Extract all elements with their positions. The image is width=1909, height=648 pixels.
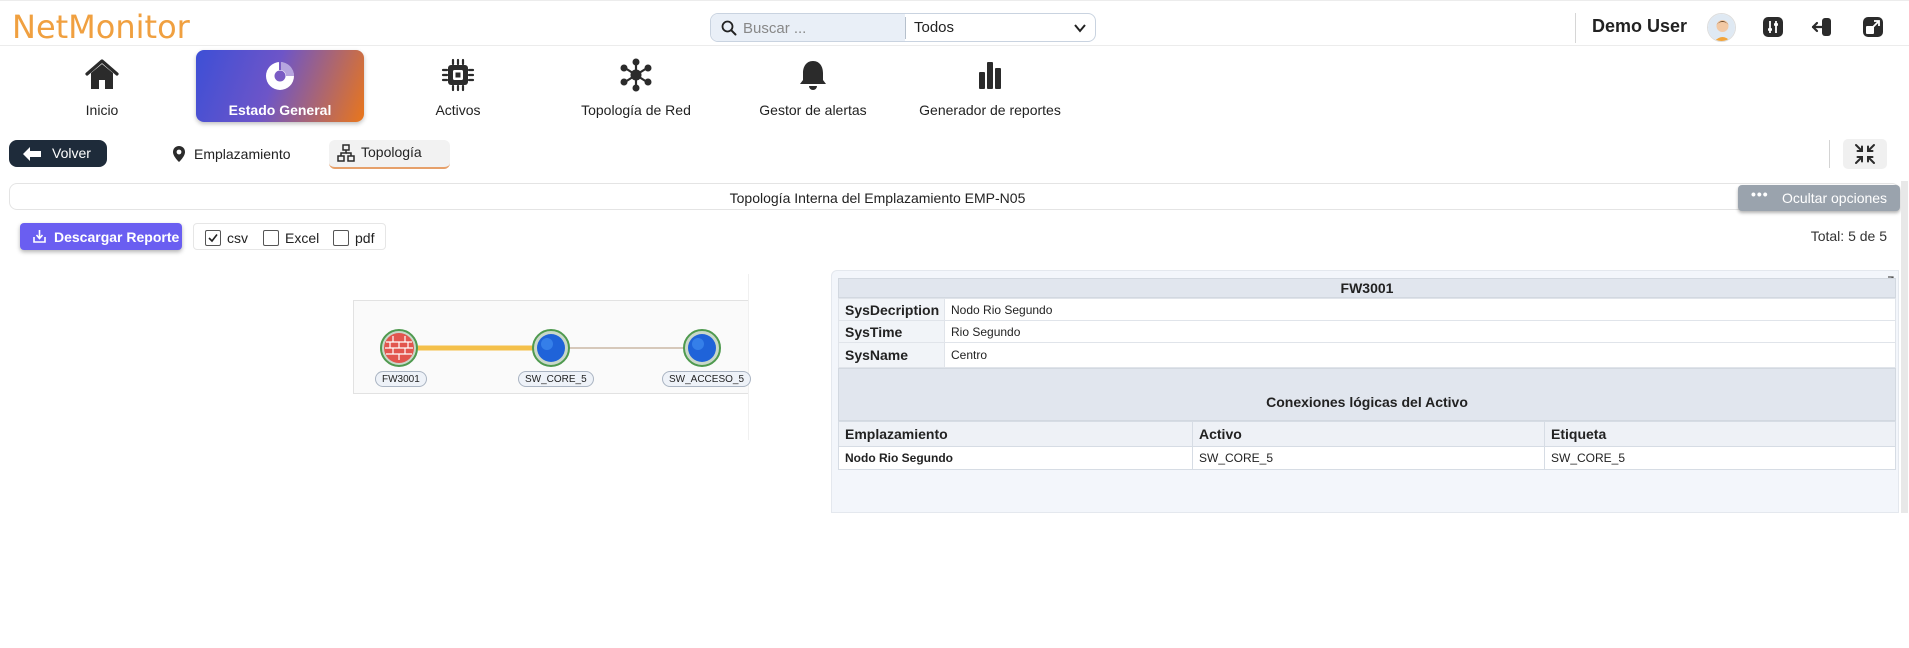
format-label: csv — [227, 230, 248, 246]
bell-icon — [800, 61, 826, 90]
collapse-button[interactable] — [1843, 139, 1887, 169]
network-icon — [620, 58, 652, 92]
format-pdf-checkbox[interactable]: pdf — [333, 229, 381, 247]
node-label-sw-acceso-5: SW_ACCESO_5 — [662, 371, 752, 387]
arrow-left-icon — [23, 147, 41, 161]
top-header: NetMonitor Todos Demo User — [0, 0, 1909, 46]
search-divider — [905, 17, 906, 39]
asset-properties-table: SysDecription Nodo Rio Segundo SysTime R… — [838, 298, 1896, 368]
checkbox[interactable] — [333, 230, 349, 246]
format-label: Excel — [285, 230, 320, 246]
hide-options-button[interactable]: ••• Ocultar opciones — [1738, 185, 1900, 211]
collapse-icon — [1855, 144, 1875, 164]
property-key: SysName — [838, 342, 945, 368]
search-input[interactable] — [743, 17, 893, 39]
format-excel-checkbox[interactable]: Excel — [263, 229, 325, 247]
scrollbar[interactable] — [1901, 181, 1908, 513]
download-icon — [33, 230, 46, 243]
app-logo[interactable]: NetMonitor — [12, 7, 190, 47]
table-cell: Nodo Rio Segundo — [838, 446, 1193, 470]
download-report-label: Descargar Reporte — [54, 229, 180, 245]
connections-header: Conexiones lógicas del Activo — [838, 368, 1896, 421]
chip-icon — [441, 58, 475, 92]
nav-item-estado-general[interactable]: Estado General — [196, 50, 364, 122]
nav-item-generador-de-reportes[interactable]: Generador de reportes — [906, 50, 1074, 122]
chevron-down-icon[interactable] — [1073, 21, 1087, 35]
node-sw-acceso-5[interactable] — [683, 329, 721, 367]
tab-label: Topología — [361, 144, 422, 160]
table-cell: SW_CORE_5 — [1544, 446, 1896, 470]
more-icon: ••• — [1751, 186, 1769, 202]
nav-label: Gestor de alertas — [759, 102, 867, 118]
format-label: pdf — [355, 230, 375, 246]
main-nav: Inicio Estado General Activos Topología … — [0, 46, 1909, 126]
global-search: Todos — [710, 13, 1096, 42]
table-row: SysName Centro — [838, 342, 1896, 368]
table-row: SysDecription Nodo Rio Segundo — [838, 298, 1896, 321]
check-icon — [208, 234, 218, 243]
node-sw-core-5[interactable] — [532, 329, 570, 367]
tab-topologia[interactable]: Topología — [329, 140, 450, 169]
table-header-row: Emplazamiento Activo Etiqueta — [838, 421, 1896, 447]
nav-item-gestor-de-alertas[interactable]: Gestor de alertas — [729, 50, 897, 122]
format-csv-checkbox[interactable]: csv — [205, 229, 255, 247]
node-label-sw-core-5: SW_CORE_5 — [518, 371, 594, 387]
property-value: Rio Segundo — [944, 320, 1896, 343]
format-options: csv Excel pdf — [193, 223, 386, 250]
asset-name-header: FW3001 — [838, 278, 1896, 298]
nav-item-inicio[interactable]: Inicio — [18, 50, 186, 122]
node-fw3001[interactable] — [380, 329, 418, 367]
view-title-bar: Topología Interna del Emplazamiento EMP-… — [9, 183, 1900, 210]
checkbox[interactable] — [263, 230, 279, 246]
fullscreen-icon[interactable] — [1861, 15, 1885, 39]
property-key: SysDecription — [838, 298, 945, 321]
property-value: Nodo Rio Segundo — [944, 298, 1896, 321]
user-name: Demo User — [1592, 16, 1688, 36]
node-label-fw3001: FW3001 — [375, 371, 427, 387]
download-report-button[interactable]: Descargar Reporte — [20, 223, 182, 250]
connections-table: Emplazamiento Activo Etiqueta Nodo Rio S… — [838, 421, 1896, 470]
table-cell: SW_CORE_5 — [1192, 446, 1545, 470]
table-row: SysTime Rio Segundo — [838, 320, 1896, 343]
nav-label: Inicio — [85, 102, 119, 118]
page-title: Topología Interna del Emplazamiento EMP-… — [729, 190, 1026, 206]
home-icon — [85, 59, 119, 89]
checkbox[interactable] — [205, 230, 221, 246]
nav-item-activos[interactable]: Activos — [374, 50, 542, 122]
tab-emplazamiento[interactable]: Emplazamiento — [162, 140, 302, 169]
tab-label: Emplazamiento — [194, 146, 291, 162]
table-row[interactable]: Nodo Rio Segundo SW_CORE_5 SW_CORE_5 — [838, 446, 1896, 470]
column-header[interactable]: Etiqueta — [1544, 421, 1896, 447]
topology-icon — [337, 144, 355, 162]
toolbar-divider — [1829, 140, 1830, 168]
avatar[interactable] — [1707, 13, 1736, 42]
back-button-label: Volver — [52, 145, 91, 161]
logout-icon[interactable] — [1810, 15, 1834, 39]
total-count: Total: 5 de 5 — [1810, 228, 1887, 244]
column-header[interactable]: Activo — [1192, 421, 1545, 447]
nav-label: Activos — [435, 102, 481, 118]
nav-item-topologia-de-red[interactable]: Topología de Red — [552, 50, 720, 122]
nav-label: Estado General — [228, 102, 332, 118]
nav-label: Generador de reportes — [919, 102, 1061, 118]
settings-sliders-icon[interactable] — [1761, 15, 1785, 39]
hide-options-label: Ocultar opciones — [1782, 190, 1888, 206]
column-header[interactable]: Emplazamiento — [838, 421, 1193, 447]
filter-select[interactable]: Todos — [914, 19, 954, 36]
back-button[interactable]: Volver — [9, 140, 107, 167]
search-icon[interactable] — [721, 20, 737, 36]
dashboard-icon — [266, 62, 294, 90]
location-pin-icon — [173, 146, 185, 162]
property-value: Centro — [944, 342, 1896, 368]
header-divider — [1575, 13, 1576, 43]
bar-chart-icon — [979, 62, 1001, 89]
property-key: SysTime — [838, 320, 945, 343]
connections-title: Conexiones lógicas del Activo — [1266, 394, 1468, 410]
nav-label: Topología de Red — [581, 102, 691, 118]
